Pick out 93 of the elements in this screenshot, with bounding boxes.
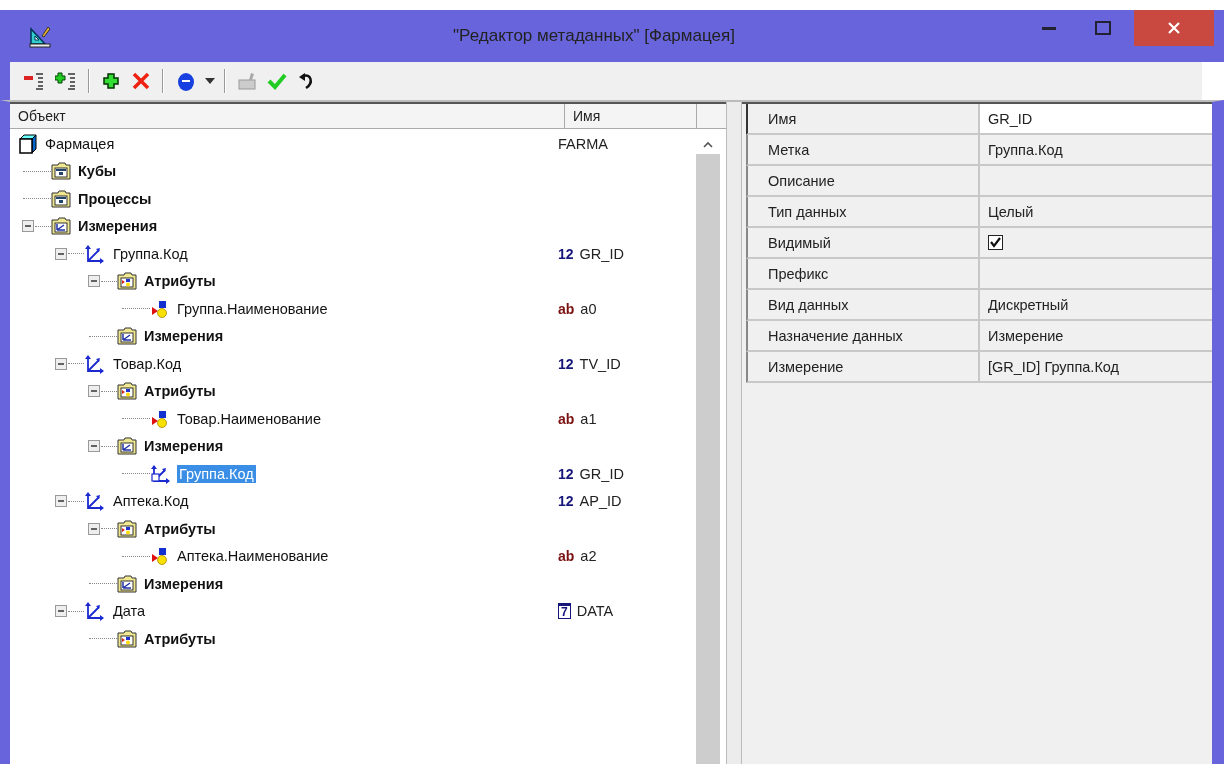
property-name: Описание: [748, 166, 980, 195]
set-square-icon: [28, 24, 52, 48]
tree-item[interactable]: Атрибуты: [142, 519, 218, 538]
property-name: Видимый: [748, 228, 980, 257]
folder-shapes-icon: [117, 629, 137, 648]
folder-shapes-icon: [117, 519, 137, 538]
shapes-icon: [150, 298, 170, 319]
name-cell: a2: [580, 548, 597, 565]
folder-axes-icon: [117, 574, 137, 593]
close-icon: [1167, 21, 1181, 35]
dropdown-caret-icon[interactable]: [205, 78, 215, 84]
integer-type-mark: 12: [558, 355, 574, 372]
axes-link-icon: [150, 463, 172, 484]
splitter-handle[interactable]: [726, 102, 742, 764]
collapse-toggle[interactable]: [55, 247, 67, 260]
column-header[interactable]: Имя: [565, 104, 697, 128]
axes-icon: [84, 491, 106, 512]
collapse-toggle[interactable]: [88, 440, 100, 453]
checkbox[interactable]: [988, 235, 1003, 250]
collapse-toggle[interactable]: [22, 220, 34, 233]
folder-axes-icon: [117, 437, 137, 456]
collapse-toggle[interactable]: [88, 385, 100, 398]
folder-shapes-icon: [117, 382, 137, 401]
tree-item[interactable]: Процессы: [76, 189, 154, 208]
tree-item[interactable]: Товар.Наименование: [175, 409, 323, 428]
property-name: Тип данных: [748, 197, 980, 226]
folder-window-icon: [51, 189, 71, 208]
property-name: Метка: [748, 135, 980, 164]
string-type-mark: ab: [558, 410, 575, 427]
name-cell: FARMA: [558, 135, 608, 152]
tree-item[interactable]: Аптека.Наименование: [175, 547, 331, 566]
name-cell: DATA: [576, 603, 614, 620]
window-title: "Редактор метаданных" [Фармацея]: [453, 26, 735, 46]
collapse-toggle[interactable]: [55, 605, 67, 618]
axes-icon: [84, 601, 106, 622]
value-cell[interactable]: Группа.Код: [980, 135, 1212, 164]
property-name: Измерение: [748, 352, 980, 381]
maximize-icon[interactable]: [1095, 21, 1111, 35]
value-cell[interactable]: Целый: [980, 197, 1212, 226]
value-edit-field[interactable]: GR_ID: [980, 104, 1212, 133]
tree-item[interactable]: Дата: [111, 602, 148, 621]
tree-item[interactable]: Аптека.Код: [111, 492, 191, 511]
collapse-toggle[interactable]: [88, 522, 100, 535]
delete-icon[interactable]: [131, 71, 151, 91]
shapes-icon: [150, 408, 170, 429]
name-cell: GR_ID: [579, 465, 624, 482]
column-header[interactable]: Объект: [10, 104, 565, 128]
minimize-icon[interactable]: [1042, 26, 1056, 30]
folder-axes-icon: [117, 327, 137, 346]
integer-type-mark: 12: [558, 465, 574, 482]
name-cell: GR_ID: [579, 245, 624, 262]
tree-item[interactable]: Атрибуты: [142, 629, 218, 648]
property-name: Префикс: [748, 259, 980, 288]
value-cell[interactable]: [GR_ID] Группа.Код: [980, 352, 1212, 381]
scroll-up-icon[interactable]: [703, 141, 713, 148]
tree-item[interactable]: Измерения: [142, 327, 226, 346]
name-cell: a1: [580, 410, 597, 427]
property-name: Назначение данных: [748, 321, 980, 350]
collapse-toggle[interactable]: [55, 357, 67, 370]
value-cell[interactable]: Измерение: [980, 321, 1212, 350]
tree-item[interactable]: Группа.Наименование: [175, 299, 330, 318]
tree-item[interactable]: Группа.Код: [111, 244, 190, 263]
tree-item[interactable]: Кубы: [76, 162, 119, 181]
tree-item[interactable]: Измерения: [142, 574, 226, 593]
collapse-toggle[interactable]: [88, 275, 100, 288]
folder-shapes-icon: [117, 272, 137, 291]
tree-item[interactable]: Измерения: [142, 437, 226, 456]
integer-type-mark: 12: [558, 245, 574, 262]
shapes-icon: [150, 546, 170, 567]
property-name: Вид данных: [748, 290, 980, 319]
tree-item[interactable]: Атрибуты: [142, 382, 218, 401]
name-cell: TV_ID: [579, 355, 621, 372]
folder-axes-icon: [51, 217, 71, 236]
add-icon[interactable]: [101, 71, 121, 91]
value-cell[interactable]: Дискретный: [980, 290, 1212, 319]
collapse-toggle[interactable]: [55, 495, 67, 508]
axes-icon: [84, 353, 106, 374]
axes-icon: [84, 243, 106, 264]
string-type-mark: ab: [558, 300, 575, 317]
tree-item[interactable]: Атрибуты: [142, 272, 218, 291]
name-cell: a0: [580, 300, 597, 317]
name-cell: AP_ID: [579, 493, 622, 510]
string-type-mark: ab: [558, 548, 575, 565]
expand-list-icon[interactable]: [55, 71, 77, 91]
checkmark-icon[interactable]: [267, 71, 287, 91]
tree-item[interactable]: Фармацея: [43, 134, 117, 153]
cube-icon: [18, 133, 38, 154]
tree-item[interactable]: Товар.Код: [111, 354, 184, 373]
folder-window-icon: [51, 162, 71, 181]
tree-item[interactable]: Измерения: [76, 217, 160, 236]
calendar-icon: 7: [558, 603, 571, 620]
integer-type-mark: 12: [558, 493, 574, 510]
collapse-list-icon[interactable]: [23, 71, 45, 91]
